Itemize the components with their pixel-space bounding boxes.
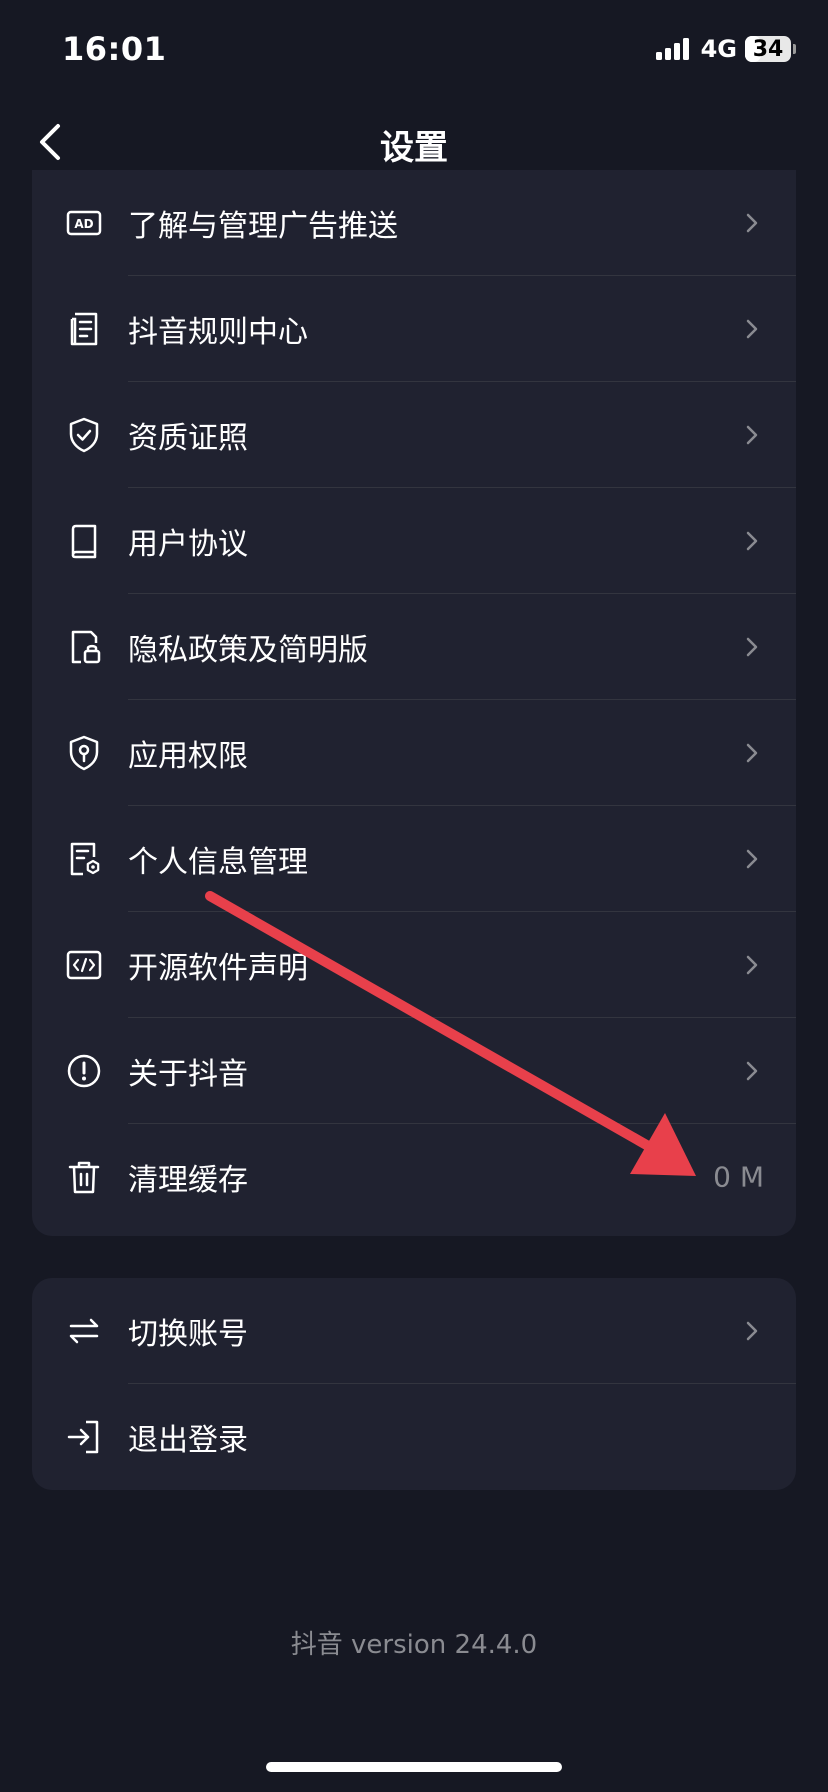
chevron-right-icon [740, 847, 764, 871]
settings-item-ad-management[interactable]: AD 了解与管理广告推送 [32, 170, 796, 276]
settings-item-label: 用户协议 [128, 527, 248, 562]
battery-level: 34 [752, 36, 784, 62]
logout-icon [64, 1417, 104, 1457]
network-type: 4G [700, 35, 737, 63]
trash-icon [64, 1157, 104, 1197]
settings-item-label: 隐私政策及简明版 [128, 633, 368, 668]
code-icon [64, 945, 104, 985]
book-icon [64, 521, 104, 561]
document-settings-icon [64, 839, 104, 879]
lock-document-icon [64, 627, 104, 667]
swap-icon [64, 1311, 104, 1351]
chevron-right-icon [740, 317, 764, 341]
settings-item-label: 清理缓存 [128, 1163, 248, 1198]
account-list: 切换账号 退出登录 [32, 1278, 796, 1490]
status-time: 16:01 [62, 30, 167, 68]
settings-item-label: 抖音规则中心 [128, 315, 308, 350]
chevron-right-icon [740, 529, 764, 553]
settings-item-privacy-policy[interactable]: 隐私政策及简明版 [32, 594, 796, 700]
settings-item-personal-info[interactable]: 个人信息管理 [32, 806, 796, 912]
account-item-label: 切换账号 [128, 1317, 248, 1352]
settings-item-label: 资质证照 [128, 421, 248, 456]
chevron-right-icon [740, 211, 764, 235]
svg-text:AD: AD [74, 217, 93, 231]
settings-item-user-agreement[interactable]: 用户协议 [32, 488, 796, 594]
chevron-right-icon [740, 741, 764, 765]
settings-item-about[interactable]: 关于抖音 [32, 1018, 796, 1124]
status-indicators: 4G 34 [655, 34, 796, 64]
settings-item-qualifications[interactable]: 资质证照 [32, 382, 796, 488]
settings-item-clear-cache[interactable]: 清理缓存 0 M [32, 1124, 796, 1230]
settings-item-label: 了解与管理广告推送 [128, 209, 398, 244]
version-text: 抖音 version 24.4.0 [290, 1630, 538, 1660]
account-item-label: 退出登录 [128, 1423, 248, 1458]
chevron-right-icon [740, 635, 764, 659]
status-bar: 16:01 4G 34 [0, 0, 828, 100]
settings-item-app-permissions[interactable]: 应用权限 [32, 700, 796, 806]
chevron-right-icon [740, 953, 764, 977]
shield-check-icon [64, 415, 104, 455]
battery-icon: 34 [745, 36, 796, 62]
settings-item-label: 应用权限 [128, 739, 248, 774]
settings-item-label: 开源软件声明 [128, 951, 308, 986]
chevron-right-icon [740, 1059, 764, 1083]
home-indicator[interactable] [266, 1762, 562, 1772]
account-item-switch[interactable]: 切换账号 [32, 1278, 796, 1384]
settings-item-label: 关于抖音 [128, 1057, 248, 1092]
shield-key-icon [64, 733, 104, 773]
settings-item-rules-center[interactable]: 抖音规则中心 [32, 276, 796, 382]
info-circle-icon [64, 1051, 104, 1091]
ad-icon: AD [64, 203, 104, 243]
settings-item-label: 个人信息管理 [128, 845, 308, 880]
chevron-right-icon [740, 1319, 764, 1343]
chevron-right-icon [740, 423, 764, 447]
settings-item-open-source[interactable]: 开源软件声明 [32, 912, 796, 1018]
signal-strength-icon [655, 38, 689, 60]
account-item-logout[interactable]: 退出登录 [32, 1384, 796, 1490]
page-title: 设置 [380, 128, 448, 168]
settings-list: AD 了解与管理广告推送 抖音规则中心 资质证照 用户协议 隐私政策及简明版 应… [32, 170, 796, 1236]
document-list-icon [64, 309, 104, 349]
cache-size: 0 M [713, 1160, 764, 1194]
